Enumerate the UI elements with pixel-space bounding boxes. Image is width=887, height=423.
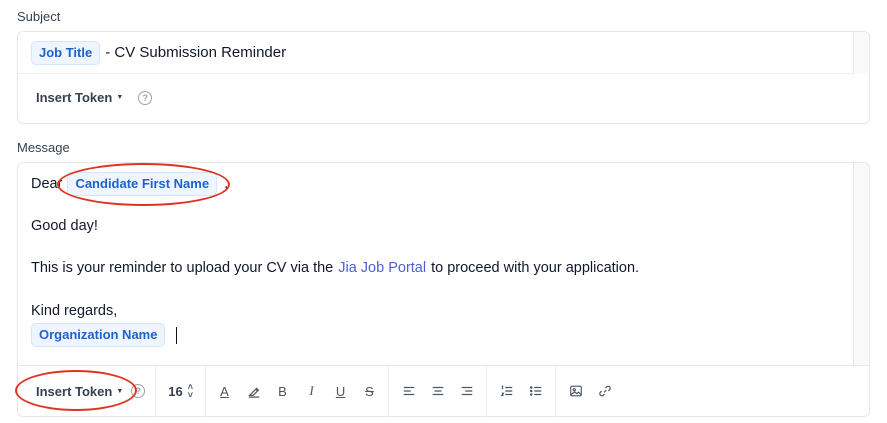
greeting-suffix: , — [224, 176, 229, 192]
align-left-icon — [403, 386, 414, 396]
organization-name-token[interactable]: Organization Name — [31, 323, 166, 347]
align-center-icon — [432, 386, 443, 396]
font-size-value: 16 — [168, 383, 183, 399]
font-size-select[interactable]: 16 ˄ ˅ — [168, 382, 194, 400]
insert-image-button[interactable] — [561, 377, 590, 405]
insert-token-label: Insert Token — [36, 383, 113, 399]
highlight-button[interactable] — [239, 377, 268, 405]
align-left-button[interactable] — [394, 377, 423, 405]
ordered-list-icon — [500, 385, 512, 396]
reminder-line: This is your reminder to upload your CV … — [31, 260, 639, 276]
message-scrollbar[interactable] — [853, 163, 869, 365]
link-icon — [598, 385, 611, 397]
underline-icon: U — [335, 383, 346, 399]
good-day-line: Good day! — [31, 218, 98, 234]
closing-line: Kind regards, — [31, 303, 118, 319]
greeting-line: Dear Candidate First Name , — [31, 172, 228, 196]
greeting-prefix: Dear — [31, 176, 63, 192]
job-title-token[interactable]: Job Title — [31, 40, 101, 65]
message-card: Dear Candidate First Name , Good day! Th… — [17, 162, 870, 417]
align-right-icon — [461, 386, 472, 396]
text-cursor — [176, 326, 178, 344]
highlighter-icon — [247, 387, 259, 398]
insert-token-label: Insert Token — [36, 90, 113, 105]
align-right-button[interactable] — [452, 377, 481, 405]
candidate-first-name-token[interactable]: Candidate First Name — [67, 172, 218, 196]
strikethrough-button[interactable]: S — [355, 377, 384, 405]
signature-line: Organization Name — [31, 323, 178, 347]
subject-card: Job Title - CV Submission Reminder Inser… — [17, 31, 870, 124]
message-label: Message — [17, 140, 70, 155]
italic-icon: I — [309, 383, 314, 398]
insert-link-button[interactable] — [590, 377, 619, 405]
align-center-button[interactable] — [423, 377, 452, 405]
reminder-text-before: This is your reminder to upload your CV … — [31, 260, 334, 276]
text-color-icon: A — [220, 383, 229, 399]
italic-button[interactable]: I — [297, 377, 326, 405]
bullet-list-icon — [529, 386, 541, 396]
help-icon[interactable]: ? — [131, 384, 146, 398]
reminder-text-after: to proceed with your application. — [431, 260, 640, 276]
text-color-button[interactable]: A — [210, 377, 239, 405]
subject-text: - CV Submission Reminder — [105, 44, 287, 61]
message-insert-token-button[interactable]: Insert Token ▼ — [36, 384, 123, 399]
ordered-list-button[interactable] — [492, 377, 521, 405]
message-editor[interactable]: Dear Candidate First Name , Good day! Th… — [31, 163, 851, 365]
caret-down-icon: ▼ — [116, 387, 124, 395]
chevron-up-down-icon: ˄ ˅ — [187, 382, 194, 400]
jia-job-portal-link[interactable]: Jia Job Portal — [338, 260, 426, 276]
bold-icon: B — [278, 383, 287, 399]
image-icon — [569, 385, 582, 397]
formatting-toolbar: Insert Token ▼ ? 16 ˄ ˅ A B I U S — [18, 365, 869, 417]
caret-down-icon: ▼ — [116, 94, 124, 101]
subject-scrollbar[interactable] — [853, 32, 869, 74]
bullet-list-button[interactable] — [521, 377, 550, 405]
subject-insert-token-button[interactable]: Insert Token ▼ — [36, 90, 123, 105]
help-icon[interactable]: ? — [138, 90, 153, 105]
underline-button[interactable]: U — [326, 377, 355, 405]
strikethrough-icon: S — [365, 383, 374, 399]
bold-button[interactable]: B — [268, 377, 297, 405]
subject-input[interactable]: Job Title - CV Submission Reminder — [18, 32, 854, 74]
subject-label: Subject — [17, 9, 61, 24]
